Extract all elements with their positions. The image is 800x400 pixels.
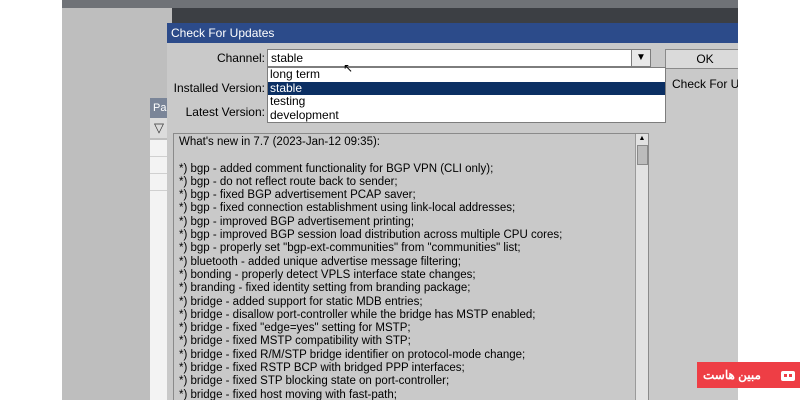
release-note-line: *) bridge - fixed MSTP compatibility wit… [179, 335, 411, 348]
check-for-updates-button[interactable]: Check For U [665, 74, 738, 94]
logo-icon [781, 371, 795, 381]
filter-icon[interactable]: ▽ [154, 120, 164, 136]
dialog-title: Check For Updates [167, 23, 738, 43]
release-note-line: *) branding - fixed identity setting fro… [179, 282, 471, 295]
release-note-line: *) bridge - fixed STP blocking state on … [179, 375, 450, 388]
scroll-up-icon[interactable]: ▲ [636, 134, 648, 144]
notes-scrollbar[interactable]: ▲ [635, 134, 648, 400]
scroll-thumb[interactable] [637, 145, 648, 165]
top-strip [62, 0, 738, 8]
release-notes-text: What's new in 7.7 (2023-Jan-12 09:35): *)… [179, 136, 634, 400]
dropdown-option[interactable]: testing [268, 94, 665, 109]
release-note-line: *) bgp - added comment functionality for… [179, 162, 494, 175]
dropdown-option[interactable]: stable [268, 81, 665, 95]
watermark-text: مبین هاست [703, 368, 761, 382]
channel-select[interactable]: stable ▼ [267, 49, 651, 67]
release-note-line: *) bgp - fixed connection establishment … [179, 202, 516, 215]
release-note-line: *) bridge - added support for static MDB… [179, 295, 423, 308]
dropdown-option[interactable]: development [268, 108, 665, 123]
channel-dropdown-list: long term stable testing development [267, 67, 666, 123]
release-note-line: *) bonding - properly detect VPLS interf… [179, 268, 476, 281]
mouse-cursor-icon: ↖ [343, 61, 354, 75]
release-note-line: *) bgp - properly set "bgp-ext-communiti… [179, 242, 521, 255]
release-note-line: *) bgp - improved BGP advertisement prin… [179, 215, 415, 228]
check-for-updates-dialog: Check For Updates Channel: stable ▼ Inst… [167, 23, 738, 400]
dropdown-option[interactable]: long term [268, 67, 665, 82]
channel-value: stable [271, 51, 304, 65]
background-panel: Pa ▽ [62, 8, 172, 400]
release-note-line: *) bridge - fixed RSTP BCP with bridged … [179, 362, 465, 375]
release-note-line: *) bgp - do not reflect route back to se… [179, 175, 398, 188]
release-note-line [179, 149, 634, 162]
dropdown-arrow-icon[interactable]: ▼ [631, 50, 650, 66]
release-note-line: *) bridge - fixed host moving with fast-… [179, 388, 397, 400]
release-note-line: *) bgp - improved BGP session load distr… [179, 229, 563, 242]
release-note-line: *) bridge - fixed "edge=yes" setting for… [179, 322, 411, 335]
release-note-line: What's new in 7.7 (2023-Jan-12 09:35): [179, 136, 381, 148]
release-note-line: *) bluetooth - added unique advertise me… [179, 255, 461, 268]
release-notes-textarea[interactable]: What's new in 7.7 (2023-Jan-12 09:35): *)… [173, 133, 649, 400]
release-note-line: *) bridge - fixed R/M/STP bridge identif… [179, 348, 526, 361]
channel-label: Channel: [216, 51, 265, 65]
latest-version-label: Latest Version: [185, 105, 265, 119]
ok-button[interactable]: OK [665, 49, 738, 69]
release-note-line: *) bgp - fixed BGP advertisement PCAP sa… [179, 189, 416, 202]
release-note-line: *) bridge - disallow port-controller whi… [179, 308, 536, 321]
installed-version-label: Installed Version: [173, 81, 265, 95]
watermark-badge: مبین هاست [697, 362, 800, 388]
